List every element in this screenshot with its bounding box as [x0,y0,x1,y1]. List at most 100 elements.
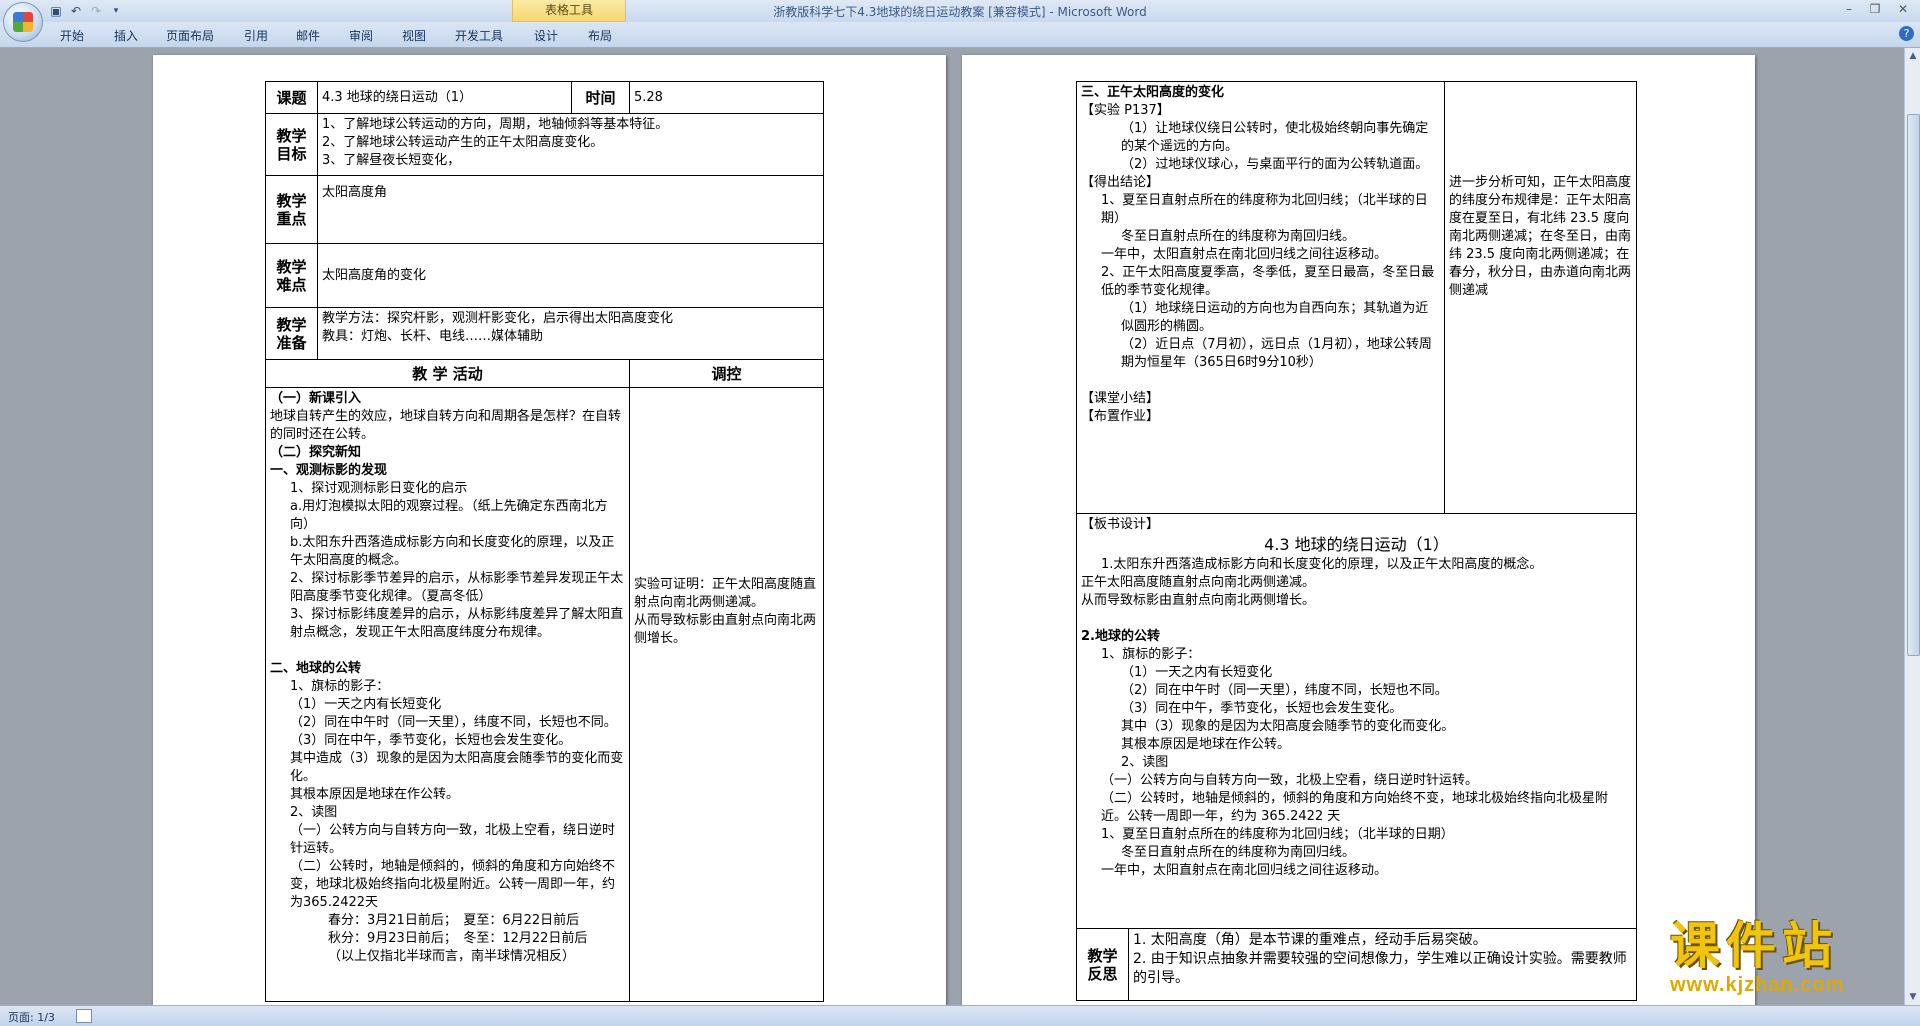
board-line: （3）同在中午，季节变化，长短也会发生变化。 [1121,701,1403,716]
activity-line: 一、观测标影的发现 [270,463,388,478]
section-line: （2）过地球仪球心，与桌面平行的面为公转轨道面。 [1121,157,1429,172]
close-button[interactable]: ✕ [1890,2,1916,16]
activity-line [270,642,625,660]
activity-content: （一）新课引入 地球自转产生的效应，地球自转方向和周期各是怎样？在自转的同时还在公… [265,387,630,1002]
watermark-url: www.kjzhan.com [1670,974,1845,996]
activity-line: 春分：3月21日前后； 夏至：6月22日前后 [328,913,580,928]
topic-label: 课题 [265,81,318,114]
document-area[interactable]: 课题 4.3 地球的绕日运动（1） 时间 5.28 教学目标 1、了解地球公转运… [0,48,1904,1005]
control-content: 实验可证明：正午太阳高度随直射点向南北两侧递减。 从而导致标影由直射点向南北两侧… [628,387,825,1002]
section-line: 【实验 P137】 [1081,103,1170,118]
board-line: （2）同在中午时（同一天里），纬度不同，长短也不同。 [1121,683,1448,698]
time-value: 5.28 [628,81,825,114]
activity-line: 秋分：9月23日前后； 冬至：12月22日前后 [328,931,588,946]
maximize-button[interactable]: ❐ [1862,2,1888,16]
lesson-plan-table-continued: 三、正午太阳高度的变化 【实验 P137】 （1）让地球仪绕日公转时，使北极始终朝向… [1076,81,1637,1001]
tab-references[interactable]: 引用 [244,27,268,44]
tab-home[interactable]: 开始 [60,27,84,44]
scroll-thumb[interactable] [1907,114,1920,656]
minimize-button[interactable]: – [1836,2,1862,16]
activity-line: （一）公转方向与自转方向一致，北极上空看，绕日逆时针运转。 [290,823,616,856]
focus-label: 教学重点 [265,175,318,244]
board-line: 其中（3）现象的是因为太阳高度会随季节的变化而变化。 [1121,719,1455,734]
customize-icon[interactable]: ▾ [108,3,124,19]
control-note: 实验可证明：正午太阳高度随直射点向南北两侧递减。 [634,577,817,610]
table-tools-context-tab: 表格工具 [512,0,626,22]
goal-item: 1、了解地球公转运动的方向，周期，地轴倾斜等基本特征。 [322,117,669,132]
board-lines: 1.太阳东升西落造成标影方向和长度变化的原理，以及正午太阳高度的概念。 正午太阳高… [1081,556,1632,880]
analysis-note: 进一步分析可知，正午太阳高度的纬度分布规律是：正午太阳高度在夏至日，有北纬 23… [1444,81,1637,514]
tab-page-layout[interactable]: 页面布局 [166,27,214,44]
undo-icon[interactable]: ↶ [68,3,84,19]
section-line: 1、夏至日直射点所在的纬度称为北回归线；（北半球的日期） [1101,193,1428,226]
activity-line: 1、旗标的影子： [290,679,390,694]
board-label: 【板书设计】 [1081,517,1160,532]
reflection-content: 1. 太阳高度（角）是本节课的重难点，经动手后易突破。 2. 由于知识点抽象并需… [1128,928,1637,1001]
tab-review[interactable]: 审阅 [349,27,373,44]
prep-content: 教学方法：探究杆影，观测杆影变化，启示得出太阳高度变化 教具：灯炮、长杆、电线…… [316,307,825,360]
activity-line: 2、探讨标影季节差异的启示，从标影季节差异发现正午太阳高度季节变化规律。（夏高冬… [290,571,624,604]
activity-line: 3、探讨标影纬度差异的启示，从标影纬度差异了解太阳直射点概念，发现正午太阳高度纬… [290,607,624,640]
scroll-up-icon[interactable]: ▲ [1905,48,1920,64]
activity-line: （1）一天之内有长短变化 [290,697,442,712]
activity-line: 其中造成（3）现象的是因为太阳高度会随季节的变化而变化。 [290,751,624,784]
tab-view[interactable]: 视图 [402,27,426,44]
tab-developer[interactable]: 开发工具 [455,27,503,44]
prep-label: 教学准备 [265,307,318,360]
window-title: 浙教版科学七下4.3地球的绕日运动教案 [兼容模式] - Microsoft W… [773,5,1147,19]
board-line: 1、旗标的影子： [1101,647,1201,662]
activity-line: （以上仅指北半球而言，南半球情况相反） [328,949,576,964]
section-three-content: 三、正午太阳高度的变化 【实验 P137】 （1）让地球仪绕日公转时，使北极始终朝向… [1076,81,1445,514]
office-button[interactable] [3,2,43,42]
watermark-title: 课件站 [1670,916,1838,975]
section-line: 【课堂小结】 [1081,391,1160,406]
activity-line: （2）同在中午时（同一天里），纬度不同，长短也不同。 [290,715,617,730]
section-line: 2、正午太阳高度夏季高，冬季低，夏至日最高，冬至日最低的季节变化规律。 [1101,265,1435,298]
difficulty-value: 太阳高度角的变化 [316,243,825,308]
tab-mailings[interactable]: 邮件 [296,27,320,44]
section-line: 【布置作业】 [1081,409,1160,424]
board-line: 从而导致标影由直射点向南北两侧增长。 [1081,593,1316,608]
difficulty-label: 教学难点 [265,243,318,308]
prep-line: 教具：灯炮、长杆、电线……媒体辅助 [322,329,544,344]
redo-icon[interactable]: ↷ [88,3,104,19]
board-title: 4.3 地球的绕日运动（1） [1264,535,1449,554]
tab-insert[interactable]: 插入 [114,27,138,44]
section-line: （1）地球绕日运动的方向也为自西向东；其轨道为近似圆形的椭圆。 [1121,301,1429,334]
section-line: （1）让地球仪绕日公转时，使北极始终朝向事先确定的某个遥远的方向。 [1121,121,1429,154]
quick-access-toolbar: ▣ ↶ ↷ ▾ [48,3,124,19]
prep-line: 教学方法：探究杆影，观测杆影变化，启示得出太阳高度变化 [322,311,674,326]
tab-layout[interactable]: 布局 [588,27,612,44]
board-line: 1、夏至日直射点所在的纬度称为北回归线；（北半球的日期） [1101,827,1454,842]
activity-line: （3）同在中午，季节变化，长短也会发生变化。 [290,733,572,748]
goal-item: 2、了解地球公转运动产生的正午太阳高度变化。 [322,135,604,150]
board-line: 2.地球的公转 [1081,629,1160,644]
board-line: 1.太阳东升西落造成标影方向和长度变化的原理，以及正午太阳高度的概念。 [1101,557,1543,572]
proofing-icon[interactable] [76,1009,92,1023]
goal-label: 教学目标 [265,113,318,176]
reflection-line: 1. 太阳高度（角）是本节课的重难点，经动手后易突破。 [1133,932,1487,948]
vertical-scrollbar[interactable]: ▲ ▼ [1904,48,1920,1005]
save-icon[interactable]: ▣ [48,3,64,19]
board-line: （一）公转方向与自转方向一致，北极上空看，绕日逆时针运转。 [1101,773,1479,788]
help-icon[interactable]: ? [1899,26,1914,41]
section-line: 一年中，太阳直射点在南北回归线之间往返移动。 [1101,247,1388,262]
activity-line: （一）新课引入 [270,391,362,406]
board-design: 【板书设计】 4.3 地球的绕日运动（1） 1.太阳东升西落造成标影方向和长度变… [1076,513,1637,929]
topic-value: 4.3 地球的绕日运动（1） [317,81,572,114]
section-line: 【得出结论】 [1081,175,1160,190]
board-line: （1）一天之内有长短变化 [1121,665,1273,680]
activity-line: （二）公转时，地轴是倾斜的，倾斜的角度和方向始终不变，地球北极始终指向北极星附近… [290,859,616,910]
activity-line: 其根本原因是地球在作公转。 [290,787,460,802]
board-line: 冬至日直射点所在的纬度称为南回归线。 [1121,845,1356,860]
section-line [1081,372,1440,390]
document-page-2: 三、正午太阳高度的变化 【实验 P137】 （1）让地球仪绕日公转时，使北极始终朝向… [962,55,1755,1005]
page-indicator[interactable]: 页面: 1/3 [8,1009,55,1025]
board-line: 一年中，太阳直射点在南北回归线之间往返移动。 [1101,863,1388,878]
tab-design[interactable]: 设计 [534,27,558,44]
board-line [1081,610,1632,628]
activity-line: 2、读图 [290,805,338,820]
control-note: 从而导致标影由直射点向南北两侧增长。 [634,613,817,646]
activity-line: 二、地球的公转 [270,661,362,676]
activity-line: 1、探讨观测标影日变化的启示 [290,481,468,496]
